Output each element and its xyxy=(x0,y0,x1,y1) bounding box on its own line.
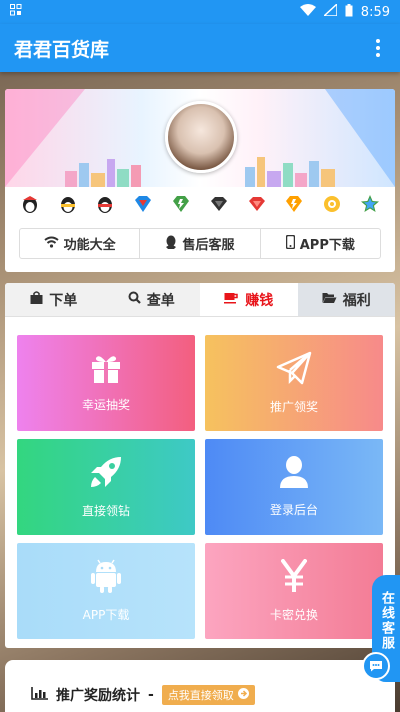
tab-bar: 下单 查单 赚钱 福利 xyxy=(5,283,395,317)
shopping-bag-icon xyxy=(30,291,43,308)
direct-diamond-label: 直接领钻 xyxy=(81,504,130,518)
red-diamond-icon[interactable] xyxy=(247,194,267,214)
rocket-icon xyxy=(89,455,123,502)
app-download-button[interactable]: APP下载 xyxy=(261,229,380,258)
app-download-tile[interactable]: APP下载 xyxy=(17,543,195,639)
app-download-tile-label: APP下载 xyxy=(82,608,130,622)
notification-icon xyxy=(10,4,22,20)
wifi-icon xyxy=(44,236,59,252)
lucky-draw-tile[interactable]: 幸运抽奖 xyxy=(17,335,195,431)
app-download-label: APP下载 xyxy=(299,238,355,253)
gift-icon xyxy=(90,353,122,396)
promotion-reward-label: 推广领奖 xyxy=(269,400,318,414)
function-all-label: 功能大全 xyxy=(63,238,116,253)
mobile-phone-icon xyxy=(285,234,295,253)
status-time: 8:59 xyxy=(360,4,390,20)
chat-bubble-icon[interactable] xyxy=(362,652,390,680)
qq-yellow-penguin-icon[interactable] xyxy=(58,194,78,214)
qq-penguin-icon xyxy=(165,235,177,253)
app-bar: 君君百货库 xyxy=(0,24,400,72)
cell-signal-icon xyxy=(321,2,338,20)
after-sales-service-label: 售后客服 xyxy=(182,238,235,253)
status-bar: 8:59 xyxy=(0,0,400,24)
tab-order-label: 下单 xyxy=(49,292,78,309)
more-options-icon[interactable] xyxy=(370,33,386,63)
tab-order[interactable]: 下单 xyxy=(5,283,103,316)
profile-card: 功能大全 售后客服 APP下载 xyxy=(5,89,395,272)
star-icon[interactable] xyxy=(360,194,380,214)
promotion-stats-separator: - xyxy=(148,687,154,703)
promotion-stats-card: 推广奖励统计 - 点我直接领取 xyxy=(5,660,395,712)
claim-now-button[interactable]: 点我直接领取 xyxy=(161,685,255,705)
after-sales-service-button[interactable]: 售后客服 xyxy=(140,229,261,258)
yen-icon xyxy=(281,559,307,606)
card-redeem-label: 卡密兑换 xyxy=(269,608,318,622)
android-icon xyxy=(91,559,121,606)
claim-now-label: 点我直接领取 xyxy=(167,689,234,702)
music-note-icon[interactable] xyxy=(322,194,342,214)
black-diamond-icon[interactable] xyxy=(209,194,229,214)
avatar xyxy=(165,101,237,173)
superman-diamond-icon[interactable] xyxy=(133,194,153,214)
tab-earn-label: 赚钱 xyxy=(245,292,274,309)
lucky-draw-label: 幸运抽奖 xyxy=(81,398,130,412)
wifi-signal-icon xyxy=(299,4,316,20)
folder-open-icon xyxy=(322,292,337,308)
function-buttons: 功能大全 售后客服 APP下载 xyxy=(19,228,381,259)
tab-query-label: 查单 xyxy=(146,292,175,309)
bar-chart-icon xyxy=(31,686,48,704)
promotion-reward-tile[interactable]: 推广领奖 xyxy=(205,335,383,431)
tab-welfare-label: 福利 xyxy=(342,292,371,309)
card-redeem-tile[interactable]: 卡密兑换 xyxy=(205,543,383,639)
search-icon xyxy=(128,291,141,308)
app-title: 君君百货库 xyxy=(14,38,110,61)
paper-plane-icon xyxy=(276,351,312,398)
tab-query[interactable]: 查单 xyxy=(103,283,201,316)
tabs-card: 下单 查单 赚钱 福利 幸运抽奖 推广领奖 直接领钻 登录后台 APP下载 卡密… xyxy=(5,283,395,648)
promotion-stats-title: 推广奖励统计 xyxy=(56,688,140,704)
green-diamond-icon[interactable] xyxy=(171,194,191,214)
login-backend-tile[interactable]: 登录后台 xyxy=(205,439,383,535)
arrow-right-icon xyxy=(237,688,249,702)
vip-icons-row xyxy=(5,191,395,217)
qq-red-scarf-penguin-icon[interactable] xyxy=(95,194,115,214)
battery-icon xyxy=(345,3,353,21)
online-service-label: 在线客服 xyxy=(379,591,394,651)
coffee-cup-icon xyxy=(224,292,239,308)
profile-banner xyxy=(5,89,395,187)
qq-red-penguin-icon[interactable] xyxy=(20,194,40,214)
yellow-diamond-icon[interactable] xyxy=(284,194,304,214)
tab-earn[interactable]: 赚钱 xyxy=(200,283,298,316)
promotion-stats-header: 推广奖励统计 - 点我直接领取 xyxy=(31,685,255,705)
login-backend-label: 登录后台 xyxy=(269,503,318,517)
tab-welfare[interactable]: 福利 xyxy=(297,283,395,316)
user-icon xyxy=(279,456,309,501)
function-all-button[interactable]: 功能大全 xyxy=(20,229,141,258)
direct-diamond-tile[interactable]: 直接领钻 xyxy=(17,439,195,535)
